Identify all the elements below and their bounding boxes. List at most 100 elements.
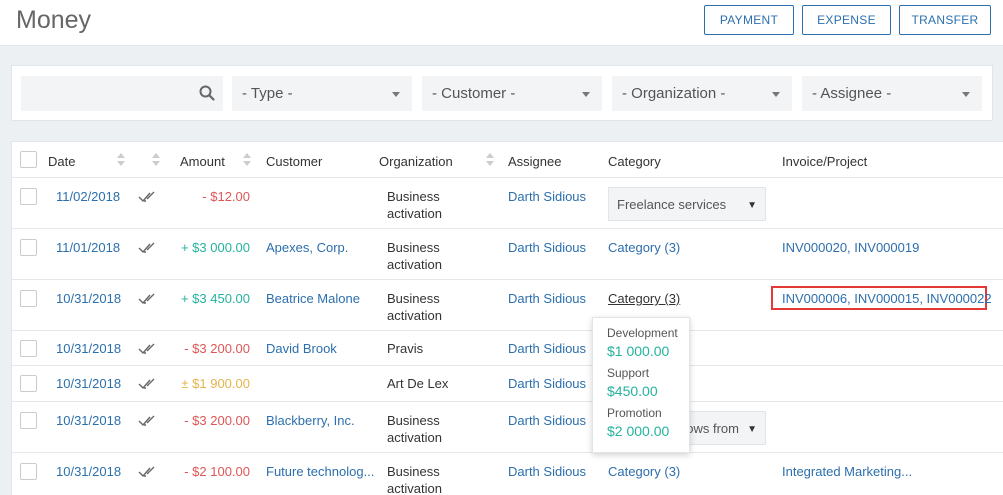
- double-check-icon: [138, 378, 155, 390]
- type-filter-select[interactable]: - Type -: [232, 76, 412, 111]
- search-input[interactable]: [21, 76, 223, 111]
- chevron-down-icon: [772, 92, 780, 97]
- tooltip-category-label: Support: [607, 366, 650, 380]
- tooltip-category-label: Promotion: [607, 406, 662, 420]
- row-amount: - $3 200.00: [184, 341, 250, 356]
- row-date[interactable]: 11/01/2018: [56, 239, 120, 256]
- row-date[interactable]: 10/31/2018: [56, 463, 121, 480]
- row-assignee[interactable]: Darth Sidious: [508, 340, 586, 357]
- row-invoice-links[interactable]: INV000020, INV000019: [782, 239, 919, 256]
- row-category-link[interactable]: Category (3): [608, 239, 680, 256]
- row-checkbox[interactable]: [20, 188, 37, 205]
- double-check-icon: [138, 343, 155, 355]
- row-customer[interactable]: David Brook: [266, 340, 337, 357]
- row-category-link[interactable]: Category (3): [608, 290, 680, 307]
- select-all-checkbox[interactable]: [20, 151, 37, 168]
- page-title: Money: [16, 6, 92, 34]
- transfer-button[interactable]: TRANSFER: [899, 5, 991, 35]
- category-select-label: Freelance services: [617, 196, 727, 212]
- customer-filter-select[interactable]: - Customer -: [422, 76, 602, 111]
- category-select-label: ows from: [686, 420, 739, 436]
- row-checkbox[interactable]: [20, 463, 37, 480]
- expense-button[interactable]: EXPENSE: [802, 5, 891, 35]
- triangle-down-icon: ▼: [747, 200, 757, 211]
- row-assignee[interactable]: Darth Sidious: [508, 412, 586, 429]
- row-checkbox[interactable]: [20, 340, 37, 357]
- row-date[interactable]: 10/31/2018: [56, 340, 121, 357]
- row-amount: - $12.00: [202, 189, 250, 204]
- sort-icon[interactable]: [117, 153, 125, 167]
- double-check-icon: [138, 293, 155, 305]
- row-checkbox[interactable]: [20, 375, 37, 392]
- customer-filter-label: - Customer -: [432, 85, 516, 102]
- column-header-customer[interactable]: Customer: [266, 153, 322, 170]
- table-row: 10/31/2018 - $3 200.00 Blackberry, Inc. …: [12, 402, 1003, 453]
- double-check-icon: [138, 191, 155, 203]
- column-header-organization[interactable]: Organization: [379, 153, 453, 170]
- row-customer[interactable]: Blackberry, Inc.: [266, 412, 355, 429]
- row-amount: ± $1 900.00: [181, 376, 250, 391]
- row-date[interactable]: 10/31/2018: [56, 290, 121, 307]
- row-customer[interactable]: Apexes, Corp.: [266, 239, 348, 256]
- tooltip-category-value: $2 000.00: [607, 423, 670, 439]
- filter-panel: - Type - - Customer - - Organization - -…: [11, 65, 993, 121]
- search-icon[interactable]: [199, 85, 215, 101]
- double-check-icon: [138, 242, 155, 254]
- sort-icon[interactable]: [486, 153, 494, 167]
- organization-filter-label: - Organization -: [622, 85, 726, 102]
- double-check-icon: [138, 466, 155, 478]
- row-amount: + $3 000.00: [180, 240, 250, 255]
- sort-icon[interactable]: [152, 153, 160, 167]
- table-header-row: Date Amount Customer Organization Assign…: [12, 142, 1003, 178]
- row-assignee[interactable]: Darth Sidious: [508, 239, 586, 256]
- table-row: 10/31/2018 ± $1 900.00 Art De Lex Darth …: [12, 366, 1003, 402]
- chevron-down-icon: [392, 92, 400, 97]
- search-box: [21, 76, 223, 111]
- chevron-down-icon: [582, 92, 590, 97]
- table-row: 10/31/2018 + $3 450.00 Beatrice Malone B…: [12, 280, 1003, 331]
- row-customer[interactable]: Beatrice Malone: [266, 290, 360, 307]
- tooltip-category-value: $1 000.00: [607, 343, 670, 359]
- column-header-invoice[interactable]: Invoice/Project: [782, 153, 867, 170]
- chevron-down-icon: [962, 92, 970, 97]
- assignee-filter-select[interactable]: - Assignee -: [802, 76, 982, 111]
- organization-filter-select[interactable]: - Organization -: [612, 76, 792, 111]
- row-assignee[interactable]: Darth Sidious: [508, 188, 586, 205]
- row-assignee[interactable]: Darth Sidious: [508, 463, 586, 480]
- category-breakdown-tooltip: Development $1 000.00 Support $450.00 Pr…: [592, 317, 690, 453]
- row-checkbox[interactable]: [20, 239, 37, 256]
- tooltip-category-label: Development: [607, 326, 678, 340]
- row-organization: Business activation: [387, 464, 442, 495]
- row-invoice-links[interactable]: Integrated Marketing...: [782, 463, 912, 480]
- row-organization: Business activation: [387, 413, 442, 445]
- row-invoice-links[interactable]: INV000006, INV000015, INV000022: [782, 290, 992, 307]
- table-row: 11/02/2018 - $12.00 Business activation D…: [12, 178, 1003, 229]
- payment-button[interactable]: PAYMENT: [704, 5, 794, 35]
- tooltip-category-value: $450.00: [607, 383, 658, 399]
- sort-icon[interactable]: [243, 153, 251, 167]
- column-header-category[interactable]: Category: [608, 153, 661, 170]
- row-date[interactable]: 11/02/2018: [56, 188, 120, 205]
- category-select[interactable]: Freelance services ▼: [608, 187, 766, 221]
- top-bar: Money PAYMENT EXPENSE TRANSFER: [0, 0, 1003, 46]
- row-checkbox[interactable]: [20, 290, 37, 307]
- row-category-link[interactable]: Category (3): [608, 463, 680, 480]
- row-customer[interactable]: Future technolog...: [266, 463, 374, 480]
- type-filter-label: - Type -: [242, 85, 293, 102]
- row-amount: - $3 200.00: [184, 413, 250, 428]
- row-assignee[interactable]: Darth Sidious: [508, 375, 586, 392]
- row-organization: Business activation: [387, 189, 442, 221]
- table-row: 11/01/2018 + $3 000.00 Apexes, Corp. Bus…: [12, 229, 1003, 280]
- row-date[interactable]: 10/31/2018: [56, 375, 121, 392]
- column-header-assignee[interactable]: Assignee: [508, 153, 561, 170]
- row-amount: - $2 100.00: [184, 464, 250, 479]
- row-checkbox[interactable]: [20, 412, 37, 429]
- row-amount: + $3 450.00: [180, 291, 250, 306]
- column-header-date[interactable]: Date: [48, 153, 75, 170]
- double-check-icon: [138, 415, 155, 427]
- triangle-down-icon: ▼: [747, 424, 757, 435]
- row-assignee[interactable]: Darth Sidious: [508, 290, 586, 307]
- row-date[interactable]: 10/31/2018: [56, 412, 121, 429]
- row-organization: Business activation: [387, 240, 442, 272]
- column-header-amount[interactable]: Amount: [180, 153, 225, 170]
